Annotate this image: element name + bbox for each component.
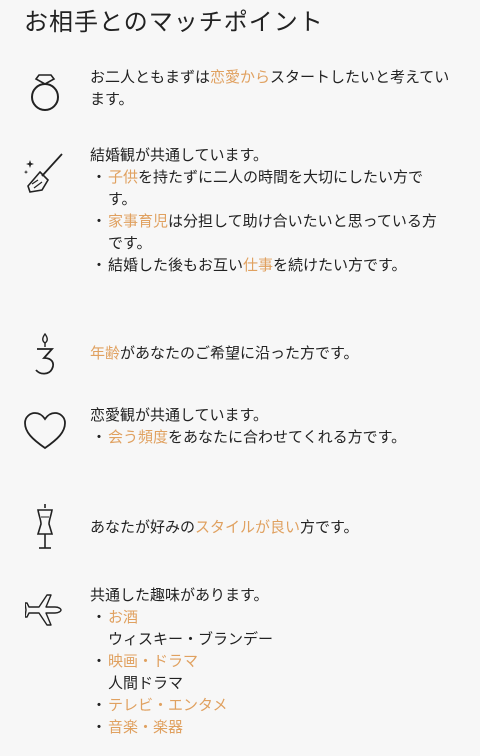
list-item: ・ 結婚した後もお互い仕事を続けたい方です。 bbox=[91, 256, 407, 274]
heart-icon bbox=[20, 406, 70, 456]
match-point-text: 恋愛観が共通しています。 ・ 会う頻度をあなたに合わせてくれる方です。 bbox=[90, 404, 450, 448]
match-points-page: お相手とのマッチポイント お二人ともまずは恋愛からスタートしたいと考えています。 bbox=[0, 0, 480, 756]
point-heading: 共通した趣味があります。 bbox=[90, 586, 269, 604]
age-candle-icon bbox=[20, 330, 70, 380]
list-item: ・ 子供を持たずに二人の時間を大切にしたい方です。 bbox=[91, 168, 424, 208]
point-heading: 結婚観が共通しています。 bbox=[90, 146, 269, 164]
page-title: お相手とのマッチポイント bbox=[24, 8, 324, 36]
list-item: ・ 家事育児は分担して助け合いたいと思っている方です。 bbox=[91, 212, 437, 252]
hobby-detail: ウィスキー・ブランデー bbox=[108, 630, 274, 648]
broom-icon bbox=[20, 148, 70, 198]
list-item: ・ 会う頻度をあなたに合わせてくれる方です。 bbox=[91, 428, 407, 446]
list-item: ・ テレビ・エンタメ bbox=[91, 696, 228, 714]
hobby-detail: 人間ドラマ bbox=[108, 674, 184, 692]
point-heading: 恋愛観が共通しています。 bbox=[90, 406, 269, 424]
match-point-text: 共通した趣味があります。 ・ お酒 ウィスキー・ブランデー ・ 映画・ドラマ 人… bbox=[90, 584, 450, 738]
list-item: ・ お酒 bbox=[91, 608, 139, 626]
airplane-icon bbox=[20, 586, 70, 636]
match-point-text: あなたが好みのスタイルが良い方です。 bbox=[90, 518, 359, 536]
list-item: ・ 音楽・楽器 bbox=[91, 718, 184, 736]
dress-form-icon bbox=[20, 502, 70, 552]
ring-icon bbox=[20, 66, 70, 116]
match-point-text: お二人ともまずは恋愛からスタートしたいと考えています。 bbox=[90, 68, 450, 108]
match-point-text: 年齢があなたのご希望に沿った方です。 bbox=[90, 344, 359, 362]
list-item: ・ 映画・ドラマ bbox=[91, 652, 199, 670]
match-point-text: 結婚観が共通しています。 ・ 子供を持たずに二人の時間を大切にしたい方です。 ・… bbox=[90, 144, 450, 276]
